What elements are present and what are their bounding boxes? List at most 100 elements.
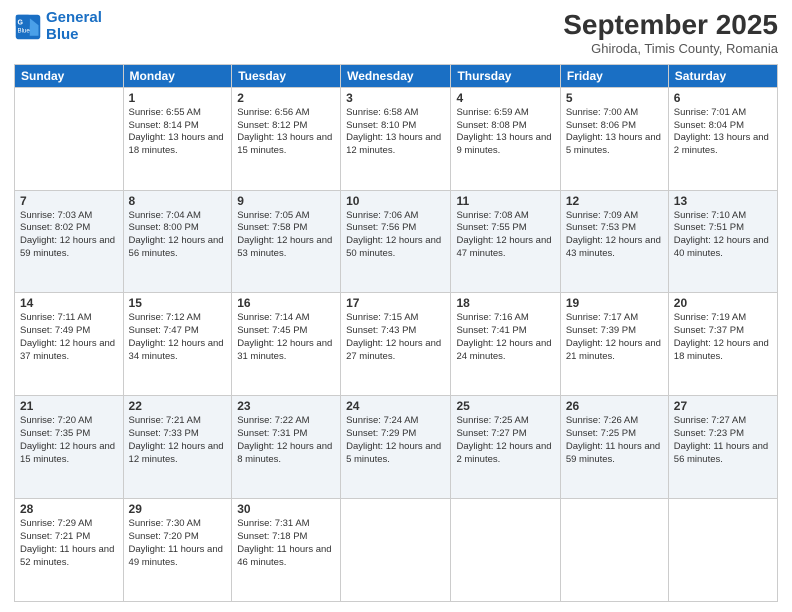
calendar-cell: 30 Sunrise: 7:31 AMSunset: 7:18 PMDaylig…: [232, 499, 341, 602]
day-number: 16: [237, 296, 335, 310]
calendar-cell: 17 Sunrise: 7:15 AMSunset: 7:43 PMDaylig…: [341, 293, 451, 396]
col-sunday: Sunday: [15, 64, 124, 87]
day-info: Sunrise: 7:27 AMSunset: 7:23 PMDaylight:…: [674, 415, 772, 466]
calendar-cell: 2 Sunrise: 6:56 AMSunset: 8:12 PMDayligh…: [232, 87, 341, 190]
day-info: Sunrise: 7:30 AMSunset: 7:20 PMDaylight:…: [129, 518, 227, 569]
calendar-cell: [341, 499, 451, 602]
day-info: Sunrise: 7:09 AMSunset: 7:53 PMDaylight:…: [566, 210, 663, 261]
calendar-cell: [451, 499, 560, 602]
calendar-cell: 22 Sunrise: 7:21 AMSunset: 7:33 PMDaylig…: [123, 396, 232, 499]
day-number: 20: [674, 296, 772, 310]
day-info: Sunrise: 7:03 AMSunset: 8:02 PMDaylight:…: [20, 210, 118, 261]
day-number: 1: [129, 91, 227, 105]
day-number: 3: [346, 91, 445, 105]
calendar-cell: 25 Sunrise: 7:25 AMSunset: 7:27 PMDaylig…: [451, 396, 560, 499]
day-info: Sunrise: 7:04 AMSunset: 8:00 PMDaylight:…: [129, 210, 227, 261]
logo-text: General Blue: [46, 10, 102, 43]
col-tuesday: Tuesday: [232, 64, 341, 87]
day-info: Sunrise: 7:05 AMSunset: 7:58 PMDaylight:…: [237, 210, 335, 261]
calendar-header-row: Sunday Monday Tuesday Wednesday Thursday…: [15, 64, 778, 87]
calendar-cell: 4 Sunrise: 6:59 AMSunset: 8:08 PMDayligh…: [451, 87, 560, 190]
day-info: Sunrise: 6:56 AMSunset: 8:12 PMDaylight:…: [237, 107, 335, 158]
calendar-cell: 1 Sunrise: 6:55 AMSunset: 8:14 PMDayligh…: [123, 87, 232, 190]
col-monday: Monday: [123, 64, 232, 87]
calendar-cell: 3 Sunrise: 6:58 AMSunset: 8:10 PMDayligh…: [341, 87, 451, 190]
calendar-cell: 16 Sunrise: 7:14 AMSunset: 7:45 PMDaylig…: [232, 293, 341, 396]
logo-general: General: [46, 9, 102, 26]
day-number: 28: [20, 502, 118, 516]
title-block: September 2025 Ghiroda, Timis County, Ro…: [563, 10, 778, 56]
day-number: 9: [237, 194, 335, 208]
day-info: Sunrise: 7:25 AMSunset: 7:27 PMDaylight:…: [456, 415, 554, 466]
day-info: Sunrise: 7:29 AMSunset: 7:21 PMDaylight:…: [20, 518, 118, 569]
main-title: September 2025: [563, 10, 778, 41]
day-info: Sunrise: 6:55 AMSunset: 8:14 PMDaylight:…: [129, 107, 227, 158]
calendar-cell: 15 Sunrise: 7:12 AMSunset: 7:47 PMDaylig…: [123, 293, 232, 396]
calendar-cell: 11 Sunrise: 7:08 AMSunset: 7:55 PMDaylig…: [451, 190, 560, 293]
day-number: 5: [566, 91, 663, 105]
header: G Blue General Blue September 2025 Ghiro…: [14, 10, 778, 56]
calendar-cell: 23 Sunrise: 7:22 AMSunset: 7:31 PMDaylig…: [232, 396, 341, 499]
calendar-cell: 27 Sunrise: 7:27 AMSunset: 7:23 PMDaylig…: [668, 396, 777, 499]
calendar-week-row: 14 Sunrise: 7:11 AMSunset: 7:49 PMDaylig…: [15, 293, 778, 396]
day-number: 24: [346, 399, 445, 413]
day-number: 6: [674, 91, 772, 105]
day-number: 7: [20, 194, 118, 208]
day-number: 23: [237, 399, 335, 413]
day-number: 14: [20, 296, 118, 310]
day-info: Sunrise: 7:01 AMSunset: 8:04 PMDaylight:…: [674, 107, 772, 158]
day-number: 4: [456, 91, 554, 105]
calendar-cell: 14 Sunrise: 7:11 AMSunset: 7:49 PMDaylig…: [15, 293, 124, 396]
col-wednesday: Wednesday: [341, 64, 451, 87]
calendar-table: Sunday Monday Tuesday Wednesday Thursday…: [14, 64, 778, 602]
day-info: Sunrise: 7:20 AMSunset: 7:35 PMDaylight:…: [20, 415, 118, 466]
calendar-cell: [560, 499, 668, 602]
calendar-cell: 8 Sunrise: 7:04 AMSunset: 8:00 PMDayligh…: [123, 190, 232, 293]
day-number: 27: [674, 399, 772, 413]
day-number: 18: [456, 296, 554, 310]
day-info: Sunrise: 7:17 AMSunset: 7:39 PMDaylight:…: [566, 312, 663, 363]
day-info: Sunrise: 7:15 AMSunset: 7:43 PMDaylight:…: [346, 312, 445, 363]
col-saturday: Saturday: [668, 64, 777, 87]
day-number: 30: [237, 502, 335, 516]
calendar-week-row: 7 Sunrise: 7:03 AMSunset: 8:02 PMDayligh…: [15, 190, 778, 293]
day-info: Sunrise: 7:06 AMSunset: 7:56 PMDaylight:…: [346, 210, 445, 261]
calendar-week-row: 1 Sunrise: 6:55 AMSunset: 8:14 PMDayligh…: [15, 87, 778, 190]
day-info: Sunrise: 7:21 AMSunset: 7:33 PMDaylight:…: [129, 415, 227, 466]
day-info: Sunrise: 7:00 AMSunset: 8:06 PMDaylight:…: [566, 107, 663, 158]
col-thursday: Thursday: [451, 64, 560, 87]
calendar-cell: 21 Sunrise: 7:20 AMSunset: 7:35 PMDaylig…: [15, 396, 124, 499]
svg-text:Blue: Blue: [18, 27, 31, 34]
col-friday: Friday: [560, 64, 668, 87]
day-number: 25: [456, 399, 554, 413]
calendar-cell: 26 Sunrise: 7:26 AMSunset: 7:25 PMDaylig…: [560, 396, 668, 499]
calendar-cell: 13 Sunrise: 7:10 AMSunset: 7:51 PMDaylig…: [668, 190, 777, 293]
day-info: Sunrise: 7:19 AMSunset: 7:37 PMDaylight:…: [674, 312, 772, 363]
calendar-cell: 7 Sunrise: 7:03 AMSunset: 8:02 PMDayligh…: [15, 190, 124, 293]
day-info: Sunrise: 7:26 AMSunset: 7:25 PMDaylight:…: [566, 415, 663, 466]
day-info: Sunrise: 7:31 AMSunset: 7:18 PMDaylight:…: [237, 518, 335, 569]
day-number: 8: [129, 194, 227, 208]
day-number: 11: [456, 194, 554, 208]
calendar-cell: 6 Sunrise: 7:01 AMSunset: 8:04 PMDayligh…: [668, 87, 777, 190]
calendar-cell: 18 Sunrise: 7:16 AMSunset: 7:41 PMDaylig…: [451, 293, 560, 396]
calendar-cell: 20 Sunrise: 7:19 AMSunset: 7:37 PMDaylig…: [668, 293, 777, 396]
logo-icon: G Blue: [14, 13, 42, 41]
logo: G Blue General Blue: [14, 10, 102, 43]
day-info: Sunrise: 7:11 AMSunset: 7:49 PMDaylight:…: [20, 312, 118, 363]
svg-text:G: G: [18, 19, 24, 26]
calendar-cell: [668, 499, 777, 602]
logo-blue: Blue: [46, 27, 102, 44]
calendar-cell: 5 Sunrise: 7:00 AMSunset: 8:06 PMDayligh…: [560, 87, 668, 190]
subtitle: Ghiroda, Timis County, Romania: [563, 41, 778, 56]
calendar-cell: 10 Sunrise: 7:06 AMSunset: 7:56 PMDaylig…: [341, 190, 451, 293]
day-info: Sunrise: 7:16 AMSunset: 7:41 PMDaylight:…: [456, 312, 554, 363]
day-number: 19: [566, 296, 663, 310]
day-number: 22: [129, 399, 227, 413]
calendar-week-row: 21 Sunrise: 7:20 AMSunset: 7:35 PMDaylig…: [15, 396, 778, 499]
calendar-cell: 29 Sunrise: 7:30 AMSunset: 7:20 PMDaylig…: [123, 499, 232, 602]
day-number: 10: [346, 194, 445, 208]
day-number: 21: [20, 399, 118, 413]
calendar-week-row: 28 Sunrise: 7:29 AMSunset: 7:21 PMDaylig…: [15, 499, 778, 602]
calendar-cell: 19 Sunrise: 7:17 AMSunset: 7:39 PMDaylig…: [560, 293, 668, 396]
